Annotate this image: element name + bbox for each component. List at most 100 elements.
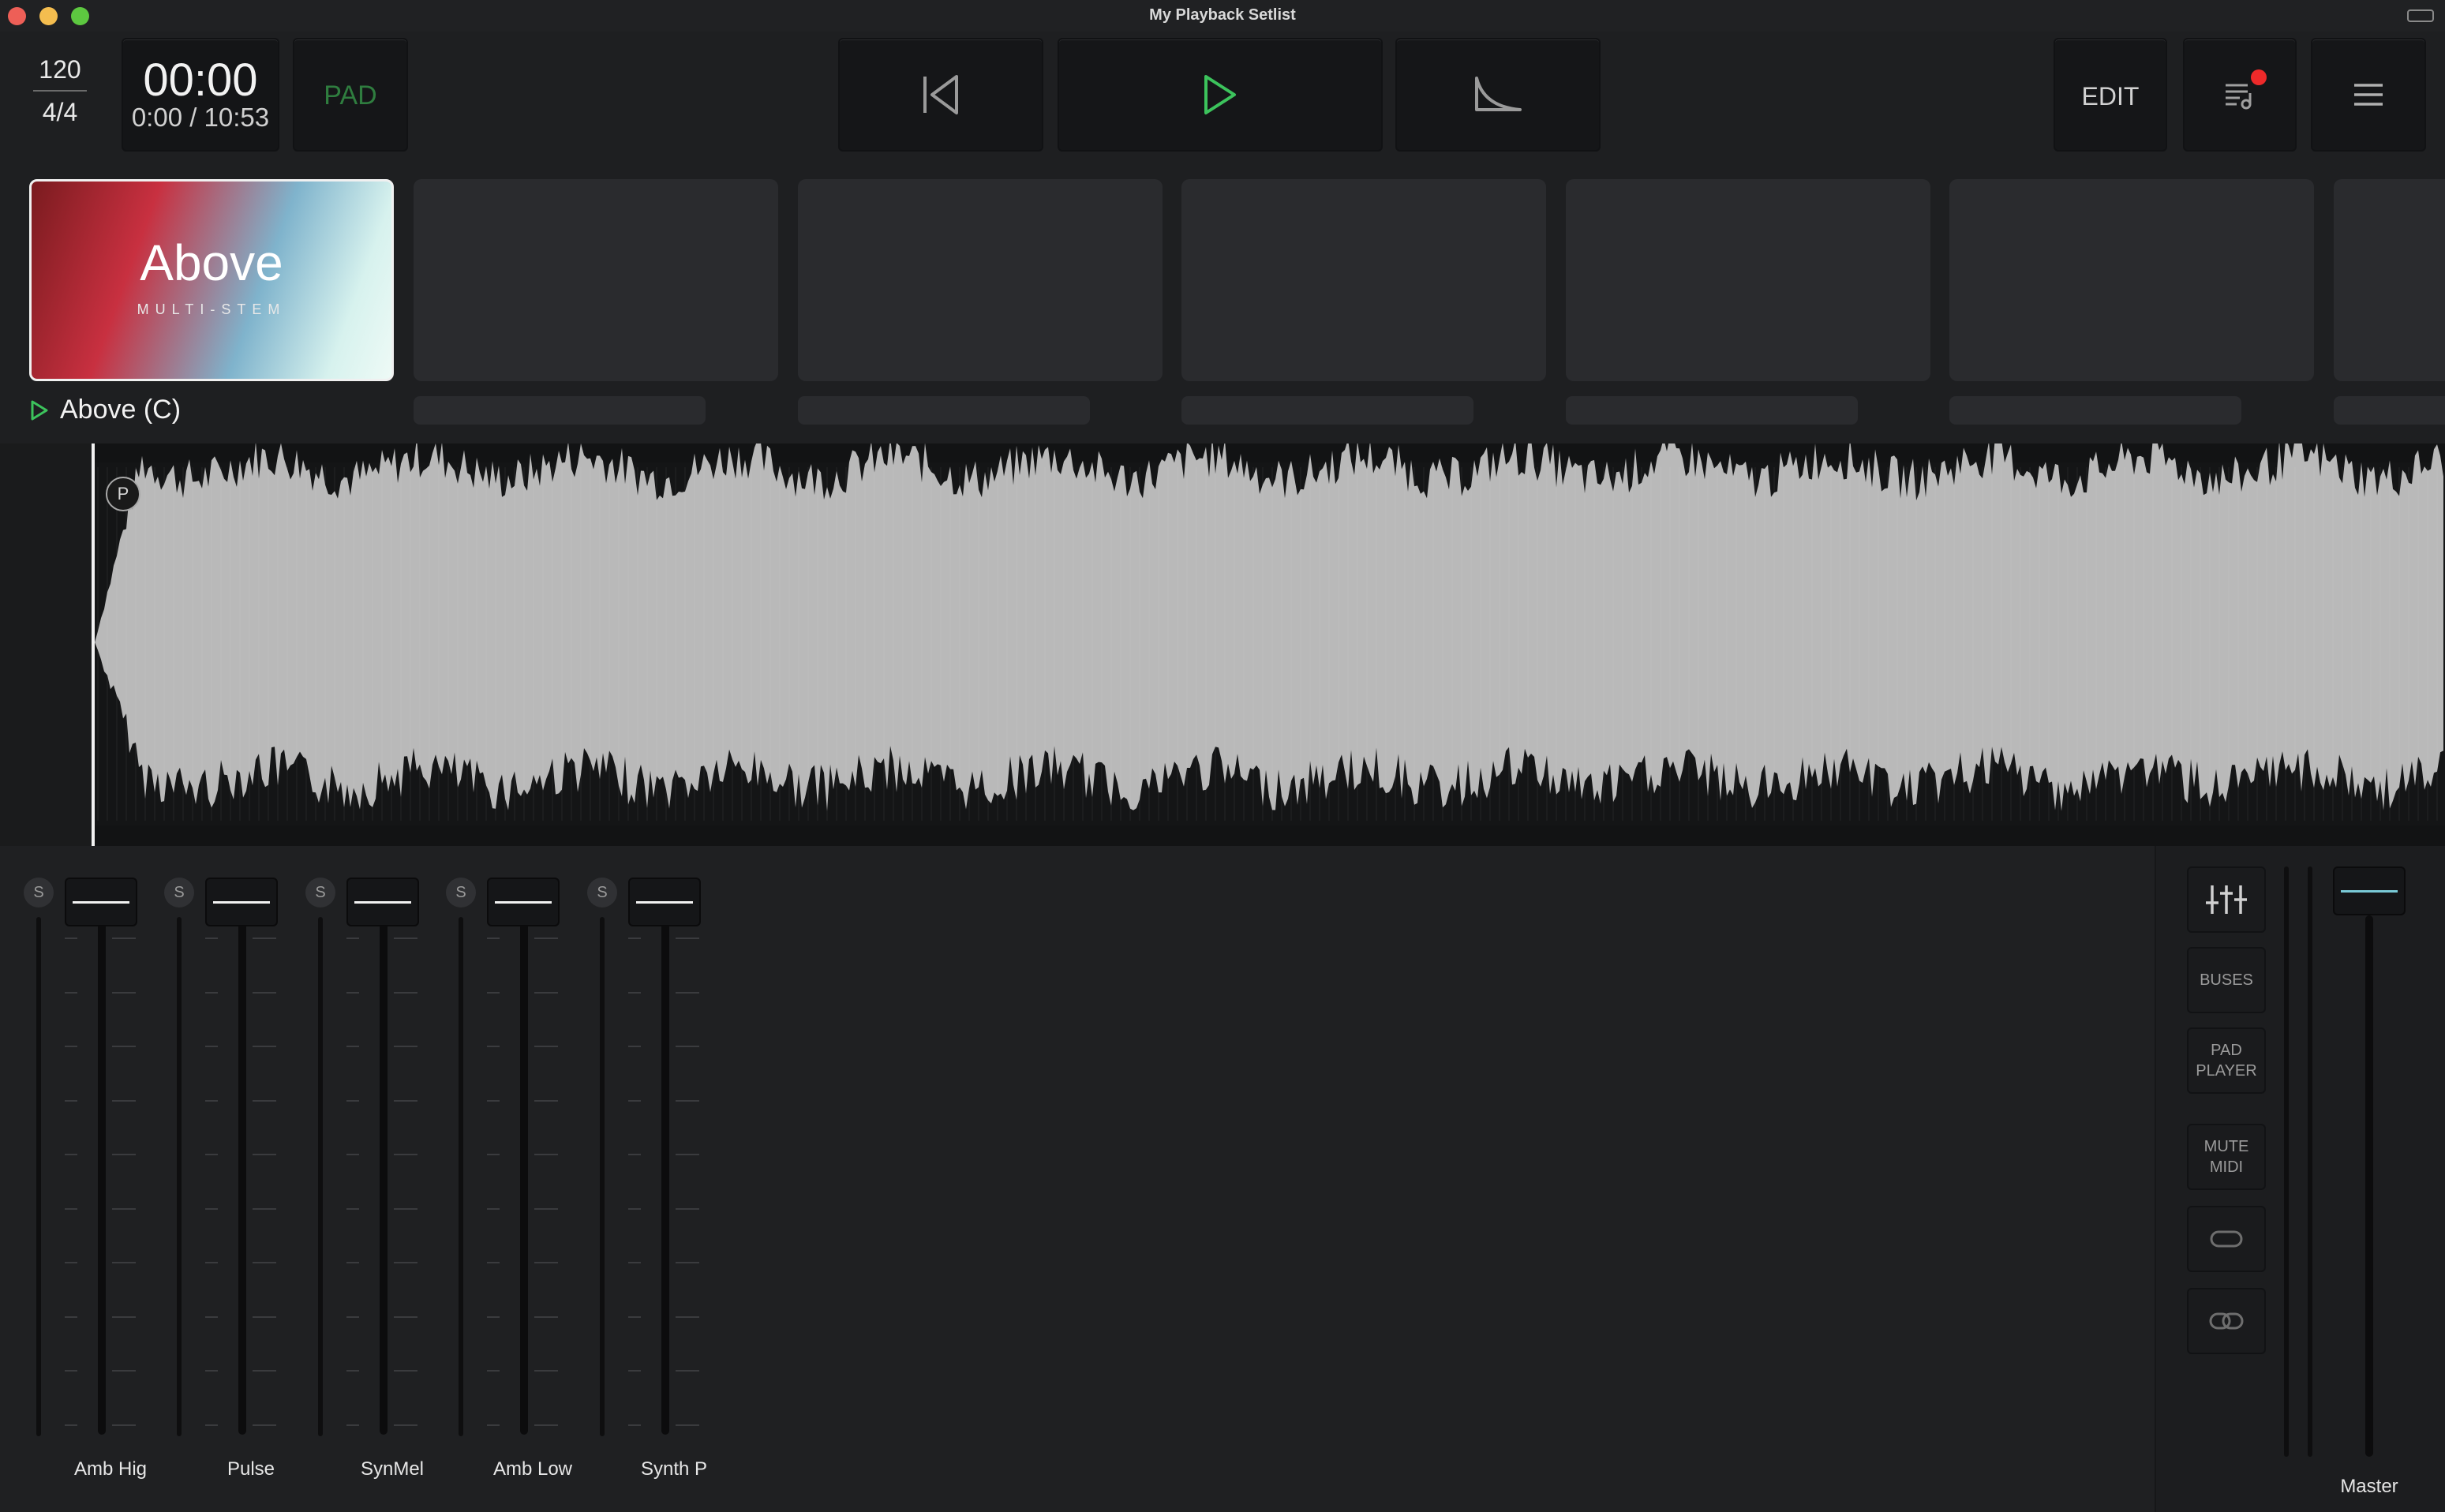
tempo-divider xyxy=(33,90,87,92)
solo-button[interactable]: S xyxy=(446,878,476,908)
fader-tick xyxy=(65,1370,77,1372)
tempo-display[interactable]: 120 4/4 xyxy=(28,55,92,127)
channel-name: Pulse xyxy=(227,1458,275,1480)
song-tile-empty[interactable] xyxy=(1566,179,1930,381)
fader-tick xyxy=(628,1370,641,1372)
fader-tick xyxy=(205,1370,218,1372)
pad-button-label: PAD xyxy=(324,80,377,110)
channel-meter xyxy=(36,917,41,1436)
fader-tick xyxy=(112,1207,136,1210)
song-label-placeholder xyxy=(414,396,706,425)
song-tile-empty[interactable] xyxy=(414,179,778,381)
fader-tick xyxy=(253,1370,276,1372)
channel-name: Synth P xyxy=(640,1458,708,1480)
song-tile-empty[interactable] xyxy=(1949,179,2314,381)
channel-fader-handle[interactable] xyxy=(628,878,701,926)
channel-fader-track[interactable] xyxy=(380,909,388,1435)
fader-tick xyxy=(394,1046,417,1047)
fade-out-icon xyxy=(1475,77,1522,111)
fader-tick xyxy=(676,1262,699,1263)
play-icon xyxy=(1204,75,1236,114)
channel-fader-track[interactable] xyxy=(661,909,669,1435)
fader-tick xyxy=(394,1316,417,1318)
solo-button[interactable]: S xyxy=(24,878,54,908)
song-tile-empty[interactable] xyxy=(2334,179,2445,381)
skip-back-icon xyxy=(923,75,958,114)
link-button[interactable] xyxy=(2187,1288,2266,1354)
song-tile-active[interactable]: Above MULTI-STEM xyxy=(29,179,394,381)
fader-tick xyxy=(253,1046,276,1047)
fader-tick xyxy=(534,938,558,939)
fader-tick xyxy=(394,1099,417,1102)
loop-button[interactable] xyxy=(2187,1206,2266,1272)
channel-fader-track[interactable] xyxy=(520,909,528,1435)
channel-fader-track[interactable] xyxy=(98,909,106,1435)
fader-tick xyxy=(676,1154,699,1155)
pad-marker[interactable]: P xyxy=(106,477,140,511)
fader-tick xyxy=(205,1046,218,1047)
fader-tick xyxy=(676,1207,699,1210)
fader-tick xyxy=(253,1316,276,1318)
fader-tick xyxy=(65,991,77,994)
play-button[interactable] xyxy=(1058,38,1383,152)
fader-tick xyxy=(676,1424,699,1426)
fader-tick xyxy=(112,1154,136,1155)
song-label-placeholder xyxy=(1949,396,2241,425)
fader-tick xyxy=(112,1316,136,1318)
previous-button[interactable] xyxy=(838,38,1043,152)
channel-meter xyxy=(318,917,323,1436)
fader-tick xyxy=(65,1316,77,1318)
fader-tick xyxy=(346,1046,359,1047)
fader-tick xyxy=(534,1370,558,1372)
edit-button[interactable]: EDIT xyxy=(2054,38,2167,152)
setlist-queue-button[interactable] xyxy=(2183,38,2297,152)
fader-tick xyxy=(394,1207,417,1210)
fader-tick xyxy=(205,1154,218,1155)
channel-fader-handle[interactable] xyxy=(346,878,419,926)
fader-tick xyxy=(205,1262,218,1263)
fader-tick xyxy=(487,1262,500,1263)
fader-tick xyxy=(112,1424,136,1426)
solo-button[interactable]: S xyxy=(305,878,335,908)
solo-button[interactable]: S xyxy=(587,878,617,908)
fader-tick xyxy=(65,1424,77,1426)
song-tile-empty[interactable] xyxy=(1181,179,1546,381)
fader-tick xyxy=(394,991,417,994)
song-tile-empty[interactable] xyxy=(798,179,1163,381)
fader-tick xyxy=(346,1207,359,1210)
fader-tick xyxy=(253,1262,276,1263)
fader-tick xyxy=(487,1424,500,1426)
channel-fader-track[interactable] xyxy=(238,909,246,1435)
playhead[interactable] xyxy=(92,443,95,846)
master-label: Master xyxy=(2340,1476,2398,1497)
mixer-panel xyxy=(0,846,2155,1512)
pad-button[interactable]: PAD xyxy=(293,38,408,152)
song-label-placeholder xyxy=(1566,396,1858,425)
channel-fader-handle[interactable] xyxy=(487,878,560,926)
fader-tick xyxy=(534,1207,558,1210)
master-fader-track[interactable] xyxy=(2365,915,2373,1457)
fader-tick xyxy=(628,1046,641,1047)
fader-tick xyxy=(534,991,558,994)
master-fader-handle[interactable] xyxy=(2333,866,2406,915)
sliders-icon xyxy=(2206,885,2247,914)
active-song-label: Above (C) xyxy=(60,395,182,425)
channel-fader-handle[interactable] xyxy=(205,878,278,926)
fader-tick xyxy=(346,1154,359,1155)
waveform-timeline[interactable] xyxy=(0,443,2445,846)
solo-button[interactable]: S xyxy=(164,878,194,908)
song-tile-subtitle: MULTI-STEM xyxy=(137,301,286,317)
mixer-settings-button[interactable] xyxy=(2187,866,2266,933)
buses-button[interactable]: BUSES xyxy=(2187,947,2266,1013)
master-meter-left xyxy=(2284,866,2289,1457)
fader-tick xyxy=(394,938,417,939)
play-indicator-icon xyxy=(31,400,48,420)
fade-button[interactable] xyxy=(1395,38,1601,152)
channel-fader-handle[interactable] xyxy=(65,878,137,926)
pad-player-button[interactable]: PAD PLAYER xyxy=(2187,1027,2266,1094)
sidebar-toggle-icon[interactable] xyxy=(2407,9,2434,22)
mute-midi-button[interactable]: MUTE MIDI xyxy=(2187,1124,2266,1190)
master-meter-right xyxy=(2308,866,2312,1457)
fader-tick xyxy=(112,938,136,939)
menu-button[interactable] xyxy=(2311,38,2426,152)
